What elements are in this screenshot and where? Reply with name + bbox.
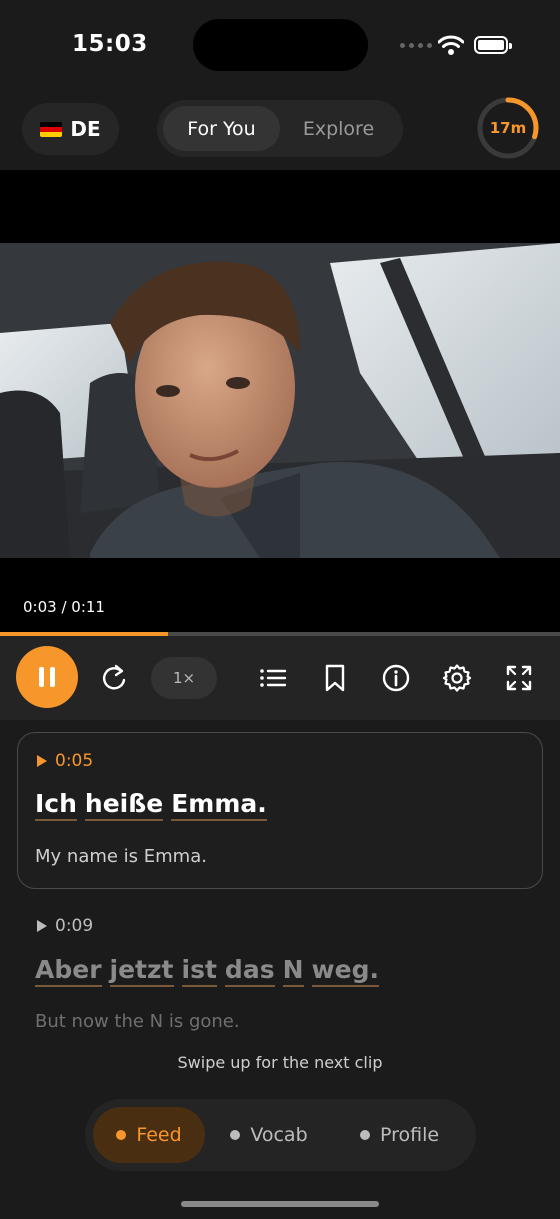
swipe-hint: Swipe up for the next clip: [177, 1053, 383, 1072]
germany-flag-icon: [40, 121, 63, 137]
status-time: 15:03: [72, 31, 148, 57]
nav-item-profile[interactable]: Profile: [333, 1107, 466, 1163]
word[interactable]: Ich: [35, 789, 77, 821]
nav-label: Profile: [379, 1124, 440, 1146]
nav-item-feed[interactable]: Feed: [93, 1107, 205, 1163]
subtitle-translation: My name is Emma.: [35, 846, 207, 867]
word[interactable]: das: [224, 955, 275, 987]
pause-icon: [39, 667, 44, 687]
bookmark-icon[interactable]: [320, 663, 350, 693]
list-icon[interactable]: [258, 663, 288, 693]
timestamp-label: 0:09: [55, 916, 94, 936]
play-icon: [37, 755, 47, 767]
settings-icon[interactable]: [442, 663, 472, 693]
player-controls: 1×: [0, 636, 560, 720]
video-still-image: [0, 243, 560, 558]
nav-item-vocab[interactable]: Vocab: [209, 1107, 329, 1163]
word[interactable]: Aber: [35, 955, 102, 987]
wifi-icon: [438, 35, 464, 55]
playback-speed-button[interactable]: 1×: [151, 657, 217, 699]
info-icon[interactable]: [381, 663, 411, 693]
tab-explore[interactable]: Explore: [280, 106, 397, 151]
daily-goal-label: 17m: [489, 119, 527, 137]
nav-label: Feed: [136, 1124, 182, 1146]
cellular-signal-icon: [400, 43, 432, 48]
timestamp-label: 0:05: [55, 751, 94, 771]
subtitle-sentence: Ich heiße Emma.: [35, 789, 267, 821]
word[interactable]: weg.: [311, 955, 379, 987]
subtitle-timestamp[interactable]: 0:09: [37, 916, 93, 936]
fullscreen-icon[interactable]: [504, 663, 534, 693]
subtitle-sentence: Aber jetzt ist das N weg.: [35, 955, 379, 987]
battery-icon: [474, 36, 512, 54]
home-indicator[interactable]: [181, 1201, 379, 1207]
video-frame: [0, 243, 560, 558]
subtitle-translation: But now the N is gone.: [35, 1011, 240, 1032]
dot-icon: [359, 1130, 370, 1140]
word[interactable]: heiße: [84, 789, 164, 821]
bottom-nav: Feed Vocab Profile: [85, 1099, 476, 1171]
tab-for-you[interactable]: For You: [163, 106, 280, 151]
video-time: 0:03 / 0:11: [23, 598, 105, 616]
dot-icon: [230, 1130, 241, 1140]
subtitle-timestamp[interactable]: 0:05: [37, 751, 93, 771]
status-bar: 15:03: [0, 0, 560, 90]
play-icon: [37, 920, 47, 932]
language-selector[interactable]: DE: [22, 103, 119, 155]
dot-icon: [116, 1130, 127, 1140]
word[interactable]: jetzt: [109, 955, 174, 987]
word[interactable]: Emma.: [171, 789, 267, 821]
word[interactable]: ist: [181, 955, 217, 987]
pause-button[interactable]: [16, 646, 78, 708]
word[interactable]: N: [282, 955, 304, 987]
replay-icon[interactable]: [99, 663, 129, 693]
feed-segmented-control: For You Explore: [157, 100, 403, 157]
dynamic-island: [193, 19, 368, 71]
language-code: DE: [70, 117, 101, 141]
video-player[interactable]: 0:03 / 0:11: [0, 170, 560, 634]
nav-label: Vocab: [250, 1124, 308, 1146]
